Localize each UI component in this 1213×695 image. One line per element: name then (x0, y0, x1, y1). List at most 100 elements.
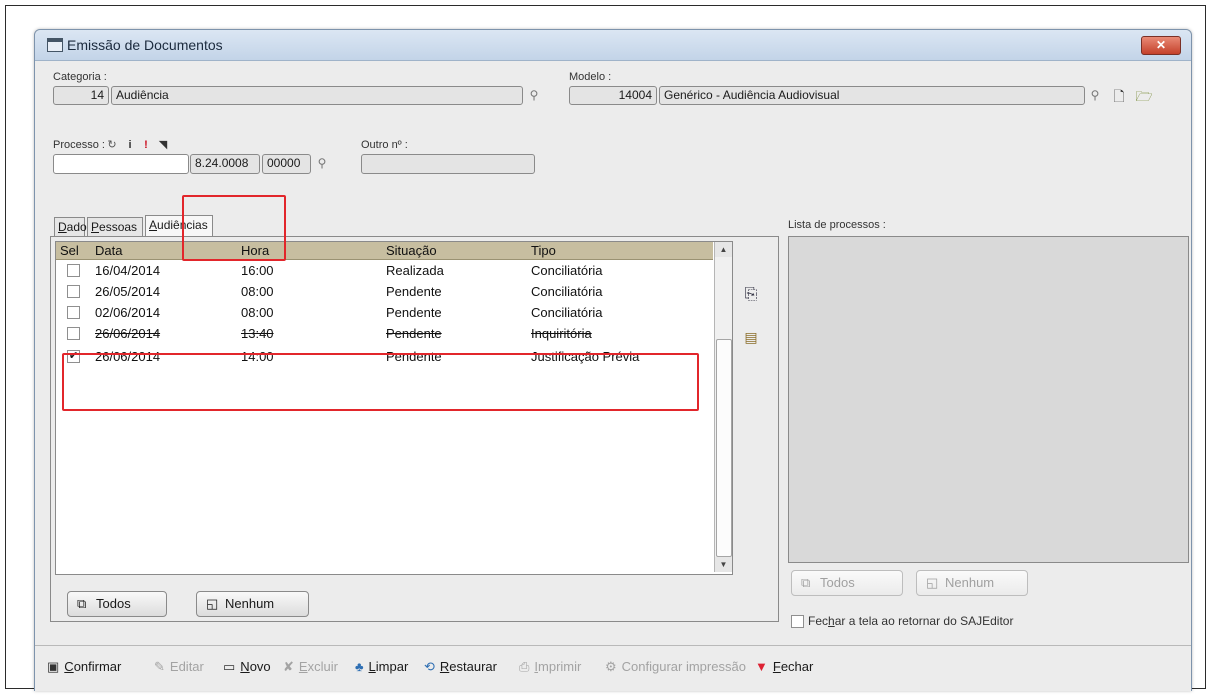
grid-header: Sel Data Hora Situação Tipo (56, 242, 713, 260)
close-pin-icon: ▼ (755, 659, 768, 674)
tab-pessoas-label: essoas (99, 220, 138, 234)
delete-icon: ✘ (283, 659, 294, 674)
cell-situacao: Realizada (386, 263, 444, 278)
table-row[interactable]: 16/04/2014 16:00 Realizada Conciliatória (56, 262, 713, 279)
column-data[interactable]: Data (95, 243, 122, 258)
processo-label: Processo : (53, 139, 105, 151)
modelo-code-field[interactable]: 14004 (569, 86, 657, 105)
tab-pessoas[interactable]: Pessoas (87, 217, 143, 237)
table-row[interactable]: 26/05/2014 08:00 Pendente Conciliatória (56, 283, 713, 300)
cell-tipo: Conciliatória (531, 284, 603, 299)
list-icon[interactable]: ▤ (742, 329, 760, 345)
grid-scrollbar[interactable]: ▲ ▼ (714, 242, 732, 572)
fechar-tela-text-start: Fec (808, 614, 829, 628)
cell-data: 16/04/2014 (95, 263, 161, 278)
nenhum-button[interactable]: ◱ Nenhum (196, 591, 309, 617)
limpar-button[interactable]: ♣ Limpar (355, 659, 408, 674)
close-button[interactable]: ✕ (1141, 36, 1181, 55)
alert-icon[interactable]: ! (139, 137, 153, 153)
categoria-code-field[interactable]: 14 (53, 86, 109, 105)
nenhum-button-label: Nenhum (225, 596, 275, 611)
row-select-checkbox[interactable] (67, 264, 80, 277)
processo-number-field[interactable] (53, 154, 189, 174)
limpar-accel: L (368, 659, 376, 674)
novo-button[interactable]: ▭ Novo (223, 659, 271, 675)
tag-icon[interactable]: ◥ (156, 137, 170, 153)
confirmar-button[interactable]: ▣ Confirmar (47, 659, 121, 675)
novo-label: ovo (249, 659, 271, 674)
edit-icon: ✎ (154, 659, 165, 674)
outro-label: Outro nº : (361, 139, 408, 151)
scroll-thumb[interactable] (716, 339, 732, 557)
cell-tipo: Inquiritória (531, 326, 592, 341)
modelo-name-field[interactable]: Genérico - Audiência Audiovisual (659, 86, 1085, 105)
outro-field[interactable] (361, 154, 535, 174)
lista-todos-button[interactable]: ⧉ Todos (791, 570, 903, 596)
modelo-search-icon[interactable]: ⚲ (1086, 86, 1104, 105)
info-icon[interactable]: i (123, 137, 137, 153)
editar-button[interactable]: ✎ Editar (154, 659, 204, 675)
restaurar-accel: R (439, 659, 450, 674)
processo-search-icon[interactable]: ⚲ (313, 154, 331, 173)
scroll-up-arrow[interactable]: ▲ (715, 242, 732, 257)
select-none-icon: ◱ (206, 596, 219, 611)
add-to-list-icon[interactable]: ⎘ (741, 287, 761, 303)
emissao-documentos-window: Emissão de Documentos ✕ Categoria : 14 A… (34, 29, 1192, 691)
cell-situacao: Pendente (386, 326, 442, 341)
editar-label: Editar (169, 659, 204, 674)
excluir-accel: E (298, 659, 308, 674)
tab-dados-accel: D (58, 220, 67, 234)
save-icon: ▣ (47, 659, 60, 674)
todos-button-label: Todos (96, 596, 131, 611)
fechar-button[interactable]: ▼ Fechar (755, 659, 813, 674)
table-row[interactable]: 26/06/2014 13:40 Pendente Inquiritória (56, 325, 713, 342)
select-none-icon: ◱ (926, 575, 939, 590)
lista-processos-label: Lista de processos : (788, 219, 886, 231)
imprimir-button[interactable]: ⎙ Imprimir (519, 659, 581, 675)
column-sel[interactable]: Sel (60, 243, 79, 258)
todos-button[interactable]: ⧉ Todos (67, 591, 167, 617)
open-folder-icon[interactable]: 🗁 (1134, 88, 1154, 104)
tab-dados[interactable]: Dados (54, 217, 93, 237)
restore-icon: ⟲ (424, 659, 435, 674)
fechar-tela-label: Fechar a tela ao retornar do SAJEditor (808, 614, 1013, 628)
row-select-checkbox[interactable] (67, 285, 80, 298)
configurar-impressao-button[interactable]: ⚙ Configurar impressão (605, 659, 746, 675)
lista-todos-label: Todos (820, 575, 855, 590)
row-select-checkbox[interactable] (67, 306, 80, 319)
cell-data: 26/05/2014 (95, 284, 161, 299)
broom-icon: ♣ (355, 659, 364, 674)
fechar-tela-checkbox[interactable] (791, 615, 804, 628)
column-tipo[interactable]: Tipo (531, 243, 556, 258)
table-row[interactable]: 02/06/2014 08:00 Pendente Conciliatória (56, 304, 713, 321)
title-bar[interactable]: Emissão de Documentos ✕ (35, 30, 1191, 61)
cell-data: 02/06/2014 (95, 305, 161, 320)
categoria-search-icon[interactable]: ⚲ (525, 86, 543, 105)
highlight-selected-row (62, 353, 699, 411)
configurar-impressao-label: Configurar impressão (621, 659, 746, 674)
categoria-name-field[interactable]: Audiência (111, 86, 523, 105)
cell-tipo: Conciliatória (531, 305, 603, 320)
scroll-down-arrow[interactable]: ▼ (715, 557, 732, 572)
cell-hora: 08:00 (241, 305, 274, 320)
tab-audiencias-accel: A (149, 218, 158, 232)
lista-nenhum-button[interactable]: ◱ Nenhum (916, 570, 1028, 596)
restaurar-button[interactable]: ⟲ Restaurar (424, 659, 497, 675)
processo-foro-field[interactable]: 8.24.0008 (190, 154, 260, 174)
select-all-icon: ⧉ (801, 575, 811, 590)
new-icon: ▭ (223, 659, 236, 674)
processo-suffix-field[interactable]: 00000 (262, 154, 311, 174)
print-settings-icon: ⚙ (605, 659, 617, 674)
excluir-button[interactable]: ✘ Excluir (283, 659, 338, 675)
modelo-label: Modelo : (569, 71, 612, 83)
column-situacao[interactable]: Situação (386, 243, 437, 258)
tab-pessoas-accel: P (91, 220, 100, 234)
printer-icon: ⎙ (519, 659, 530, 674)
row-select-checkbox[interactable] (67, 327, 80, 340)
refresh-icon[interactable]: ↻ (105, 137, 119, 153)
lista-processos-list[interactable] (788, 236, 1189, 563)
cell-hora: 16:00 (241, 263, 274, 278)
window-icon (47, 38, 63, 52)
preview-document-icon[interactable]: 🗋 (1110, 88, 1128, 104)
highlight-audiencias-tab (182, 195, 286, 261)
